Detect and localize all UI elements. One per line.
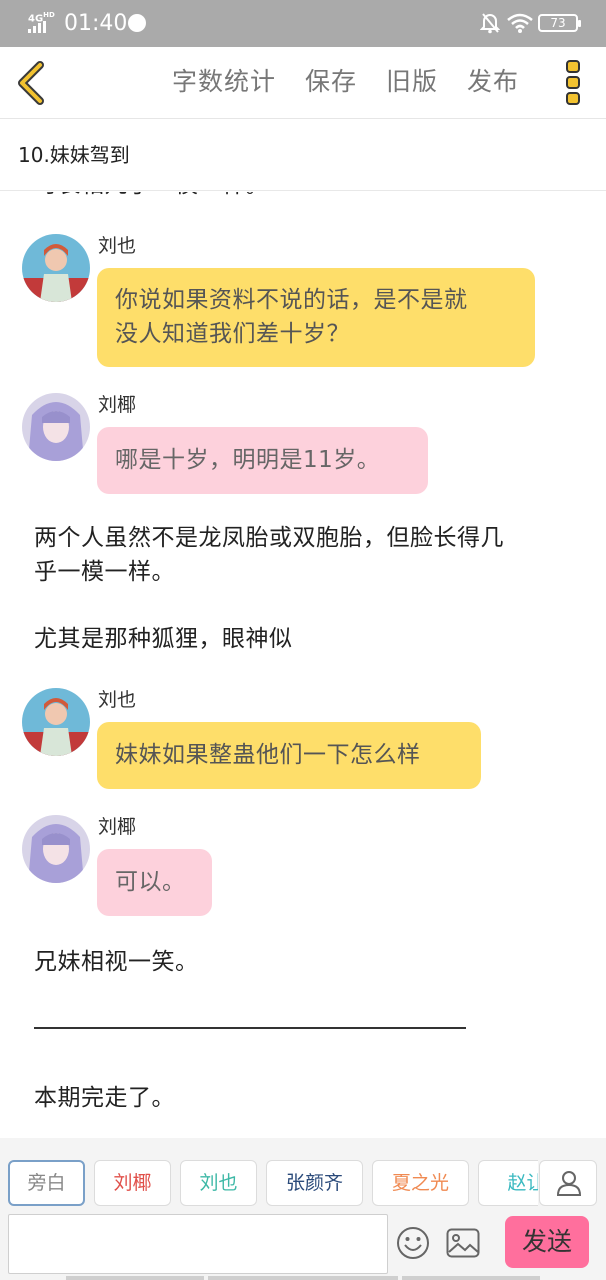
person-icon (556, 1171, 582, 1196)
save-button[interactable]: 保存 (305, 64, 357, 100)
signal-icon (28, 21, 52, 33)
old-version-button[interactable]: 旧版 (386, 64, 438, 100)
narration-line: 本期完走了。 (34, 1085, 175, 1111)
wifi-icon (507, 13, 533, 33)
narration-line: 乎一模一样。 (34, 559, 175, 585)
role-chip[interactable]: 赵让 (478, 1160, 538, 1206)
bubble-line: 你说如果资料不说的话，是不是就 (115, 287, 468, 313)
image-icon[interactable] (446, 1228, 480, 1258)
speaker-name: 刘也 (98, 689, 137, 711)
send-button[interactable]: 发送 (505, 1216, 589, 1268)
message-input-row: 发送 (0, 1212, 606, 1274)
bubble-line: 妹妹如果整蛊他们一下怎么样 (115, 742, 421, 768)
message-input[interactable] (8, 1214, 388, 1274)
battery-icon: 73 (538, 14, 581, 32)
narration-paragraph: 兄妹相视一笑。 (34, 945, 594, 979)
status-bar: 4GHD 01:40 73 (0, 0, 606, 47)
publish-button[interactable]: 发布 (467, 64, 519, 100)
app-notification-icon (128, 14, 146, 32)
divider-line (34, 1027, 466, 1029)
narration-line: 两个人虽然不是龙凤胎或双胞胎，但脸长得几 (34, 525, 504, 551)
nav-indicator (208, 1276, 398, 1280)
nav-indicator (402, 1276, 540, 1280)
bubble-line: 可以。 (115, 869, 186, 895)
speaker-name: 刘椰 (98, 394, 137, 416)
editor-toolbar: 字数统计 保存 旧版 发布 (0, 47, 606, 119)
chapter-title-bar[interactable]: 10.妹妹驾到 (0, 119, 606, 191)
bubble-line: 没人知道我们差十岁？ (115, 321, 350, 347)
narration-paragraph: 两个人虽然不是龙凤胎或双胞胎，但脸长得几 乎一模一样。 (34, 521, 594, 589)
role-chip[interactable]: 张颜齐 (266, 1160, 363, 1206)
toolbar-actions: 字数统计 保存 旧版 发布 (172, 64, 548, 100)
chat-bubble[interactable]: 你说如果资料不说的话，是不是就 没人知道我们差十岁？ (97, 268, 535, 367)
speaker-name: 刘也 (98, 235, 137, 257)
avatar (22, 815, 90, 883)
composer-panel: 旁白 刘椰 刘也 张颜齐 夏之光 赵让 发送 (0, 1138, 606, 1280)
chat-bubble[interactable]: 哪是十岁，明明是11岁。 (97, 427, 428, 494)
chapter-title: 10.妹妹驾到 (18, 143, 130, 167)
role-selector: 旁白 刘椰 刘也 张颜齐 夏之光 赵让 (0, 1160, 606, 1208)
emoji-icon[interactable] (396, 1226, 430, 1260)
clock: 01:40 (64, 11, 128, 36)
avatar (22, 234, 90, 302)
word-count-button[interactable]: 字数统计 (172, 64, 276, 100)
mute-bell-icon (480, 13, 500, 34)
role-chip[interactable]: 刘椰 (94, 1160, 171, 1206)
avatar (22, 688, 90, 756)
bubble-line: 哪是十岁，明明是11岁。 (115, 447, 381, 473)
role-chip[interactable]: 夏之光 (372, 1160, 469, 1206)
role-list[interactable]: 旁白 刘椰 刘也 张颜齐 夏之光 赵让 (8, 1160, 538, 1208)
narration-line: 兄妹相视一笑。 (34, 949, 199, 975)
narration-line: 尤其是那种狐狸，眼神似 (34, 626, 293, 652)
add-role-button[interactable] (539, 1160, 597, 1206)
narration-paragraph: 尤其是那种狐狸，眼神似 (34, 622, 594, 656)
more-dots-icon[interactable] (560, 59, 586, 107)
role-chip[interactable]: 刘也 (180, 1160, 257, 1206)
avatar (22, 393, 90, 461)
back-arrow-icon[interactable] (12, 59, 52, 107)
narration-paragraph: 本期完走了。 (34, 1081, 594, 1115)
story-content[interactable]: 时长相几乎一模一样。 刘也 你说如果资料不说的话，是不是就 没人知道我们差十岁？ (0, 192, 606, 1138)
role-chip-narrator[interactable]: 旁白 (8, 1160, 85, 1206)
nav-indicator (66, 1276, 204, 1280)
cutoff-narration: 时长相几乎一模一样。 (34, 192, 594, 202)
chat-bubble[interactable]: 妹妹如果整蛊他们一下怎么样 (97, 722, 481, 789)
chat-bubble[interactable]: 可以。 (97, 849, 212, 916)
speaker-name: 刘椰 (98, 816, 137, 838)
